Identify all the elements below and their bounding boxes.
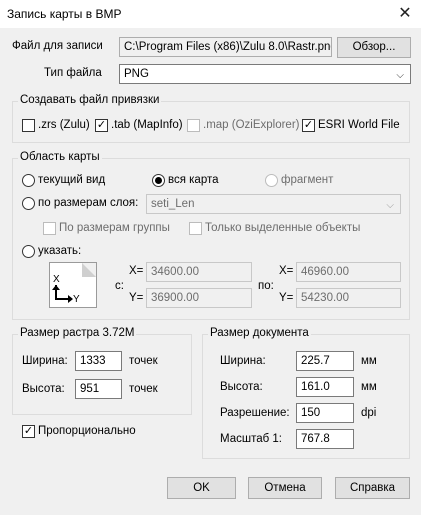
browse-button[interactable]: Обзор... bbox=[337, 37, 411, 58]
radio-fragment-label: фрагмент bbox=[281, 174, 334, 186]
radio-current-view-label: текущий вид bbox=[38, 174, 106, 186]
resolution-label: Разрешение: bbox=[220, 407, 290, 419]
map-checkbox[interactable] bbox=[187, 119, 200, 132]
to-label: по: bbox=[258, 280, 274, 292]
raster-height-label: Высота: bbox=[22, 383, 65, 395]
resolution-field[interactable]: 150 bbox=[296, 403, 354, 423]
by-group-checkbox[interactable] bbox=[43, 222, 56, 235]
raster-width-field[interactable]: 1333 bbox=[75, 351, 122, 371]
radio-by-layer-label: по размерам слоя: bbox=[38, 197, 139, 209]
zrs-label: .zrs (Zulu) bbox=[38, 119, 90, 131]
esri-label: ESRI World File bbox=[318, 119, 400, 131]
esri-checkbox[interactable]: ✓ bbox=[302, 119, 315, 132]
radio-current-view[interactable] bbox=[22, 174, 35, 187]
axes-icon: X Y bbox=[49, 262, 97, 308]
only-selected-checkbox[interactable] bbox=[189, 222, 202, 235]
chevron-down-icon: ⌵ bbox=[396, 70, 404, 81]
map-label: .map (OziExplorer) bbox=[203, 119, 300, 131]
from-label: с: bbox=[115, 280, 124, 292]
ok-button[interactable]: OK bbox=[167, 477, 236, 499]
binding-group-title: Создавать файл привязки bbox=[18, 94, 162, 106]
proportional-checkbox[interactable]: ✓ bbox=[22, 425, 35, 438]
only-selected-label: Только выделенные объекты bbox=[205, 222, 361, 234]
raster-group-title: Размер растра 3.72M bbox=[18, 327, 137, 339]
radio-fragment[interactable] bbox=[265, 174, 278, 187]
doc-height-units: мм bbox=[361, 381, 377, 393]
from-x-field[interactable]: 34600.00 bbox=[146, 262, 252, 282]
tab-checkbox[interactable]: ✓ bbox=[95, 119, 108, 132]
doc-height-field[interactable]: 161.0 bbox=[296, 377, 354, 397]
to-y-label: Y= bbox=[279, 292, 294, 304]
doc-width-field[interactable]: 225.7 bbox=[296, 351, 354, 371]
raster-height-field[interactable]: 951 bbox=[75, 379, 122, 399]
file-type-select[interactable]: PNG ⌵ bbox=[119, 64, 411, 84]
to-x-field[interactable]: 46960.00 bbox=[296, 262, 401, 282]
from-y-label: Y= bbox=[129, 292, 144, 304]
scale-field[interactable]: 767.8 bbox=[296, 429, 354, 449]
resolution-units: dpi bbox=[361, 407, 377, 419]
axes-y-label: Y bbox=[73, 294, 80, 305]
raster-height-units: точек bbox=[129, 383, 158, 395]
tab-label: .tab (MapInfo) bbox=[111, 119, 183, 131]
radio-by-layer[interactable] bbox=[22, 197, 35, 210]
to-y-field[interactable]: 54230.00 bbox=[296, 288, 401, 308]
file-path-field[interactable]: C:\Program Files (x86)\Zulu 8.0\Rastr.pn… bbox=[119, 37, 332, 57]
axis-horizontal bbox=[55, 298, 69, 300]
raster-width-units: точек bbox=[129, 355, 158, 367]
document-group-title: Размер документа bbox=[208, 327, 311, 339]
window-title: Запись карты в BMP bbox=[7, 7, 122, 21]
radio-specify-label: указать: bbox=[38, 245, 82, 257]
file-type-label: Тип файла bbox=[44, 67, 102, 79]
zrs-checkbox[interactable] bbox=[22, 119, 35, 132]
help-button[interactable]: Справка bbox=[335, 477, 410, 499]
radio-specify[interactable] bbox=[22, 245, 35, 258]
file-type-value: PNG bbox=[124, 68, 149, 80]
radio-whole-map[interactable] bbox=[152, 174, 165, 187]
layer-select[interactable]: seti_Len ⌵ bbox=[146, 194, 401, 214]
radio-whole-map-label: вся карта bbox=[168, 174, 219, 186]
doc-width-label: Ширина: bbox=[220, 355, 266, 367]
to-x-label: X= bbox=[279, 265, 294, 277]
layer-select-value: seti_Len bbox=[151, 198, 195, 210]
page-corner-icon bbox=[82, 263, 96, 277]
doc-height-label: Высота: bbox=[220, 381, 263, 393]
arrow-up-icon bbox=[52, 285, 60, 290]
raster-group bbox=[12, 334, 192, 415]
by-group-label: По размерам группы bbox=[59, 222, 170, 234]
axes-x-label: X bbox=[53, 274, 60, 285]
doc-width-units: мм bbox=[361, 355, 377, 367]
from-y-field[interactable]: 36900.00 bbox=[146, 288, 252, 308]
close-icon[interactable]: ✕ bbox=[390, 2, 420, 26]
chevron-down-icon: ⌵ bbox=[386, 200, 394, 211]
cancel-button[interactable]: Отмена bbox=[248, 477, 322, 499]
file-label: Файл для записи bbox=[12, 40, 103, 52]
scale-label: Масштаб 1: bbox=[220, 433, 282, 445]
raster-width-label: Ширина: bbox=[22, 355, 68, 367]
proportional-label: Пропорционально bbox=[38, 425, 136, 437]
from-x-label: X= bbox=[129, 265, 144, 277]
area-group-title: Область карты bbox=[18, 151, 102, 163]
